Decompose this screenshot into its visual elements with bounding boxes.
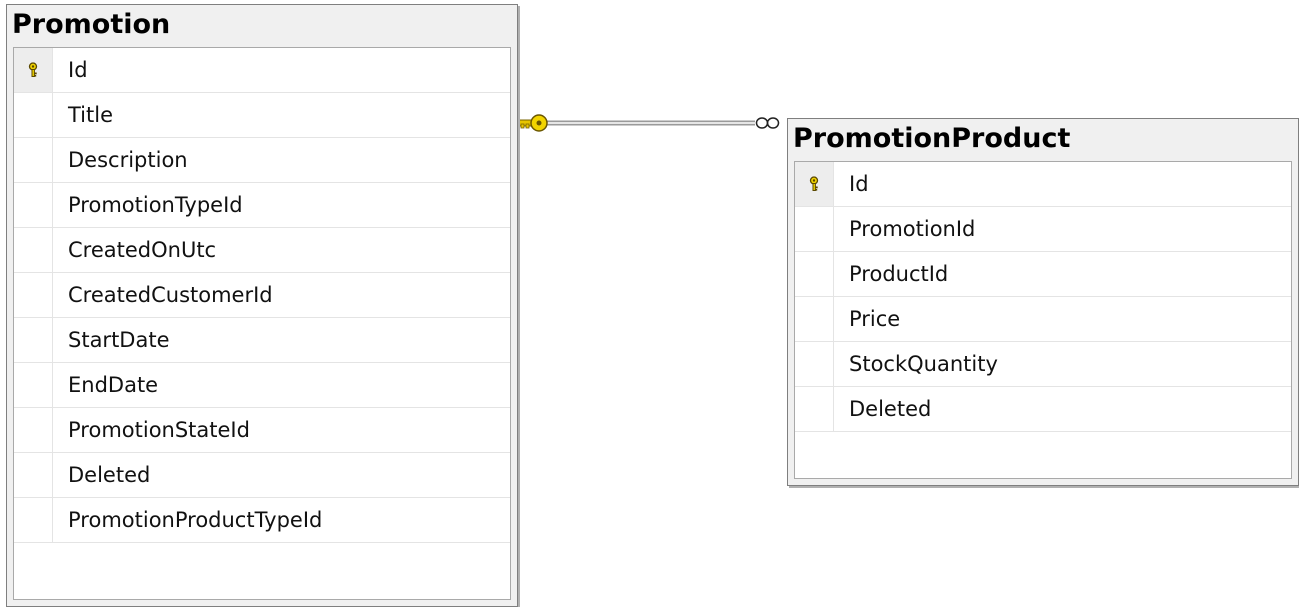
field-name: Deleted [68,463,151,487]
field-name: CreatedCustomerId [68,283,273,307]
field-name: Description [68,148,188,172]
field-row-description[interactable]: Description [14,138,510,183]
field-row-id[interactable]: Id [795,162,1291,207]
row-gutter [14,273,53,317]
field-list: Id PromotionId ProductId Price StockQuan… [794,161,1292,479]
primary-key-icon [809,176,819,191]
row-gutter [795,252,834,296]
field-row-deleted[interactable]: Deleted [14,453,510,498]
row-gutter [14,48,53,92]
field-name: Id [68,58,88,82]
field-row-promotionproducttypeid[interactable]: PromotionProductTypeId [14,498,510,543]
field-name: Deleted [849,397,932,421]
field-row-promotionstateid[interactable]: PromotionStateId [14,408,510,453]
field-row-title[interactable]: Title [14,93,510,138]
field-row-price[interactable]: Price [795,297,1291,342]
row-gutter [795,207,834,251]
table-title: Promotion [12,9,171,40]
field-row-enddate[interactable]: EndDate [14,363,510,408]
field-name: CreatedOnUtc [68,238,217,262]
row-gutter [795,387,834,431]
row-gutter [14,408,53,452]
row-gutter [14,498,53,542]
table-title: PromotionProduct [793,123,1071,154]
field-row-stockquantity[interactable]: StockQuantity [795,342,1291,387]
field-name: PromotionId [849,217,976,241]
table-promotionproduct[interactable]: PromotionProduct Id PromotionId ProductI… [787,118,1299,486]
primary-key-icon [28,62,38,77]
row-gutter [795,162,834,206]
infinity-icon [755,117,780,129]
field-row-startdate[interactable]: StartDate [14,318,510,363]
field-name: EndDate [68,373,159,397]
field-name: ProductId [849,262,949,286]
field-name: PromotionProductTypeId [68,508,323,532]
field-row-deleted[interactable]: Deleted [795,387,1291,432]
row-gutter [14,363,53,407]
field-name: Title [68,103,114,127]
field-name: Price [849,307,901,331]
field-name: PromotionTypeId [68,193,243,217]
field-row-createdonutc[interactable]: CreatedOnUtc [14,228,510,273]
field-row-promotionid[interactable]: PromotionId [795,207,1291,252]
field-name: PromotionStateId [68,418,250,442]
field-name: Id [849,172,869,196]
field-row-productid[interactable]: ProductId [795,252,1291,297]
row-gutter [14,318,53,362]
row-gutter [795,342,834,386]
row-gutter [14,138,53,182]
row-gutter [14,93,53,137]
field-name: StartDate [68,328,170,352]
field-row-promotiontypeid[interactable]: PromotionTypeId [14,183,510,228]
field-row-id[interactable]: Id [14,48,510,93]
field-name: StockQuantity [849,352,998,376]
row-gutter [14,228,53,272]
field-list: Id Title Description PromotionTypeId Cre… [13,47,511,600]
row-gutter [795,297,834,341]
row-gutter [14,453,53,497]
row-gutter [14,183,53,227]
field-row-createdcustomerid[interactable]: CreatedCustomerId [14,273,510,318]
key-icon [518,114,548,132]
table-promotion[interactable]: Promotion Id Title Description Promotion… [6,4,518,607]
